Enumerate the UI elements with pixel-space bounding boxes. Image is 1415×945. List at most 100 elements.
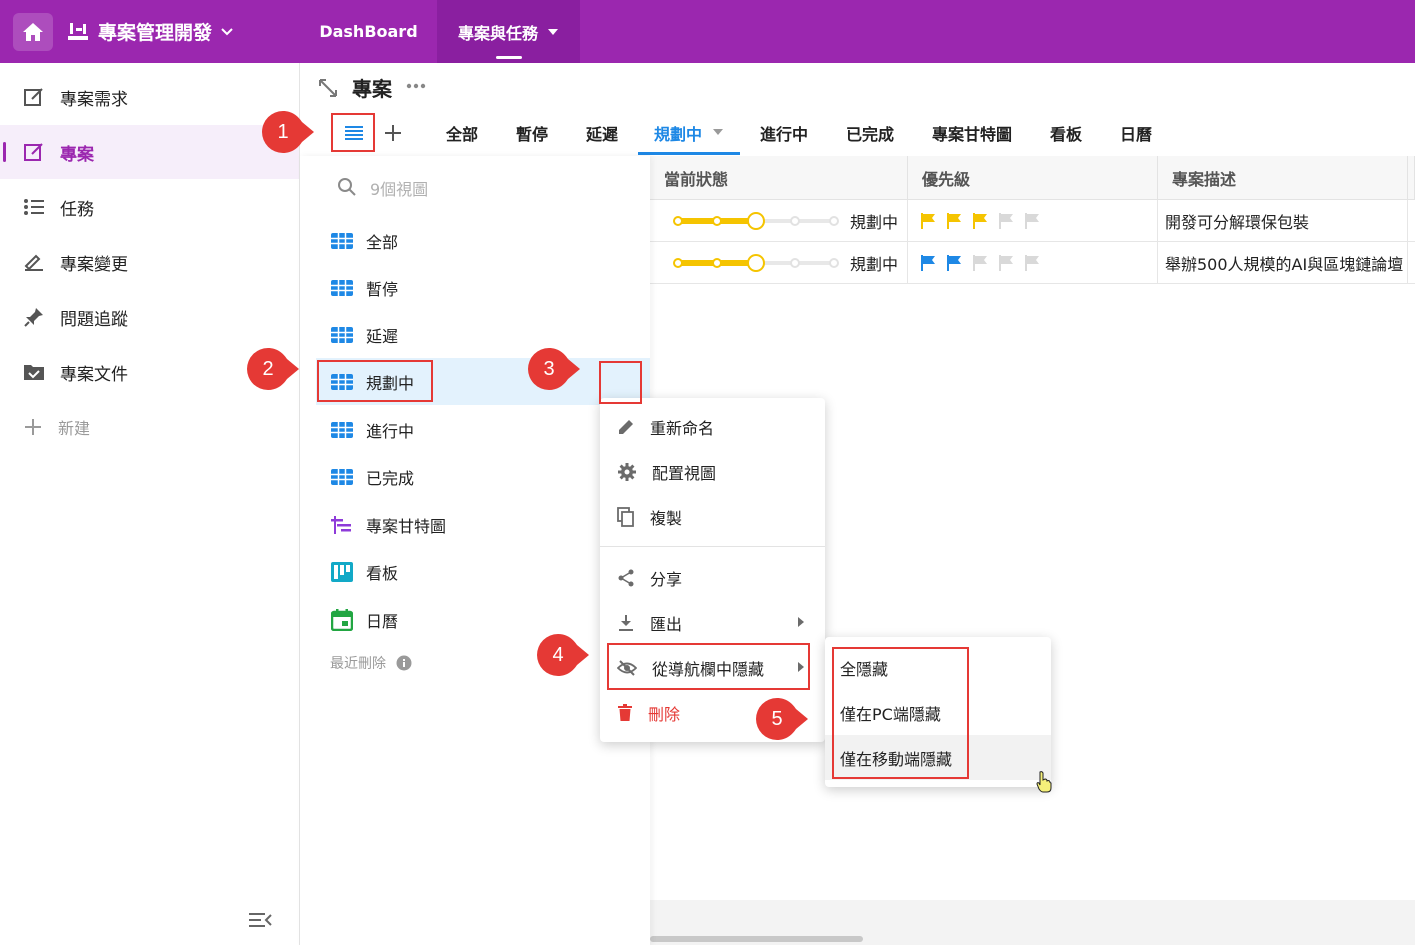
flag-empty-icon: [973, 255, 987, 271]
description-cell[interactable]: 開發可分解環保包裝: [1158, 200, 1408, 242]
tab-projects-tasks-label: 專案與任務: [457, 23, 538, 43]
download-icon: [619, 614, 633, 631]
caret-right-icon: [798, 617, 804, 627]
column-header-label: 優先級: [922, 169, 971, 189]
menu-item-export[interactable]: 匯出: [600, 600, 825, 645]
grid-icon: [331, 326, 353, 343]
kanban-icon: [331, 561, 353, 582]
description-cell[interactable]: 舉辦500人規模的AI與區塊鏈論壇: [1158, 242, 1408, 284]
home-icon: [23, 23, 43, 41]
tab-dashboard[interactable]: DashBoard: [300, 0, 437, 63]
sidebar-item-label: 問題追蹤: [60, 309, 128, 330]
menu-item-label: 匯出: [650, 614, 683, 634]
caret-down-icon: [548, 28, 558, 35]
status-label: 規劃中: [850, 213, 899, 232]
step-marker: 1: [262, 111, 314, 153]
priority-cell[interactable]: [908, 242, 1158, 284]
column-header-status[interactable]: 當前狀態: [650, 156, 908, 200]
view-item-paused[interactable]: 暫停: [316, 264, 650, 311]
sidebar-item-tasks[interactable]: 任務: [0, 180, 299, 234]
view-tab-kanban[interactable]: 看板: [1046, 121, 1086, 155]
view-tab-calendar[interactable]: 日曆: [1116, 121, 1156, 155]
main-header: 專案 全部 暫停 延遲 規劃中 進行中 已完成 專案甘特圖 看板 日曆: [300, 63, 1415, 156]
edit-note-icon: [24, 143, 43, 161]
view-item-label: 進行中: [366, 421, 415, 441]
step-marker: 3: [528, 348, 580, 390]
highlight-box-views-menu: [331, 113, 375, 152]
view-tab-in-progress[interactable]: 進行中: [756, 121, 812, 155]
column-header-label: 當前狀態: [664, 169, 729, 189]
step-number: 5: [771, 707, 783, 730]
view-tab-label: 專案甘特圖: [931, 125, 1012, 144]
view-item-label: 暫停: [366, 279, 399, 299]
plus-icon: [25, 419, 41, 435]
status-cell: 規劃中: [650, 200, 908, 242]
add-view-icon[interactable]: [383, 123, 403, 143]
view-tab-completed[interactable]: 已完成: [842, 121, 898, 155]
menu-item-label: 分享: [650, 569, 683, 589]
collapse-sidebar-icon[interactable]: [249, 911, 273, 929]
gear-icon: [618, 462, 636, 481]
sidebar-item-requirements[interactable]: 專案需求: [0, 70, 299, 124]
recently-deleted[interactable]: 最近刪除: [330, 653, 412, 673]
column-header-description[interactable]: 專案描述: [1158, 156, 1408, 200]
status-label: 規劃中: [850, 255, 899, 274]
flag-empty-icon: [999, 255, 1013, 271]
expand-icon[interactable]: [318, 78, 338, 98]
menu-item-rename[interactable]: 重新命名: [600, 404, 825, 449]
grid-icon: [331, 468, 353, 485]
highlight-box-hide-options: [832, 647, 969, 779]
view-item-all[interactable]: 全部: [316, 217, 650, 264]
view-tab-planning[interactable]: 規劃中: [638, 121, 740, 155]
step-number: 3: [543, 357, 555, 380]
sidebar-item-projects[interactable]: 專案: [0, 125, 299, 179]
view-tab-label: 看板: [1049, 125, 1082, 144]
hand-cursor-icon: [1036, 771, 1052, 793]
step-marker: 5: [756, 698, 808, 740]
flag-icon: [947, 213, 961, 229]
view-tab-all[interactable]: 全部: [440, 121, 484, 155]
home-button[interactable]: [13, 13, 53, 51]
priority-cell[interactable]: [908, 200, 1158, 242]
flag-empty-icon: [1025, 255, 1039, 271]
top-bar: 專案管理開發 DashBoard 專案與任務: [0, 0, 1415, 63]
highlight-box-hide-menu: [607, 643, 810, 690]
view-item-delayed[interactable]: 延遲: [316, 311, 650, 358]
step-number: 1: [277, 120, 289, 143]
flag-icon: [947, 255, 961, 271]
views-panel: 9個視圖 全部 暫停 延遲 規劃中 進行中 已完成 專案甘特圖 看板 日曆 最近…: [300, 156, 650, 945]
menu-item-duplicate[interactable]: 複製: [600, 494, 825, 539]
view-tab-label: 規劃中: [653, 125, 702, 144]
menu-item-share[interactable]: 分享: [600, 555, 825, 600]
horizontal-scrollbar[interactable]: [650, 936, 863, 942]
column-header-more: [1408, 156, 1415, 200]
views-search-input[interactable]: 9個視圖: [370, 176, 428, 200]
table-row[interactable]: 規劃中 開發可分解環保包裝: [650, 200, 1415, 242]
view-item-label: 專案甘特圖: [366, 516, 447, 536]
view-tab-delayed[interactable]: 延遲: [580, 121, 624, 155]
chevron-down-icon: [221, 27, 233, 35]
search-icon: [338, 178, 356, 196]
app-switcher[interactable]: 專案管理開發: [66, 18, 234, 45]
menu-item-configure[interactable]: 配置視圖: [600, 449, 825, 494]
sidebar-item-issues[interactable]: 問題追蹤: [0, 290, 299, 344]
description-text: 舉辦500人規模的AI與區塊鏈論壇: [1165, 255, 1404, 274]
step-marker: 2: [247, 348, 299, 390]
edit-note-icon: [24, 88, 43, 106]
gantt-icon: [331, 515, 351, 534]
status-progress-track: [673, 212, 839, 230]
flag-icon: [921, 255, 935, 271]
sidebar-new-button[interactable]: 新建: [0, 400, 299, 454]
tab-projects-tasks[interactable]: 專案與任務: [437, 0, 580, 63]
column-header-priority[interactable]: 優先級: [908, 156, 1158, 200]
view-tab-paused[interactable]: 暫停: [510, 121, 554, 155]
list-icon: [24, 199, 44, 215]
view-item-label: 已完成: [366, 468, 415, 488]
sidebar-item-changes[interactable]: 專案變更: [0, 235, 299, 289]
step-number: 4: [552, 643, 564, 666]
table-row[interactable]: 規劃中 舉辦500人規模的AI與區塊鏈論壇: [650, 242, 1415, 284]
more-icon[interactable]: [406, 83, 426, 89]
view-tab-gantt[interactable]: 專案甘特圖: [928, 121, 1016, 155]
highlight-box-view-options: [599, 361, 642, 404]
menu-item-label: 配置視圖: [652, 463, 717, 483]
